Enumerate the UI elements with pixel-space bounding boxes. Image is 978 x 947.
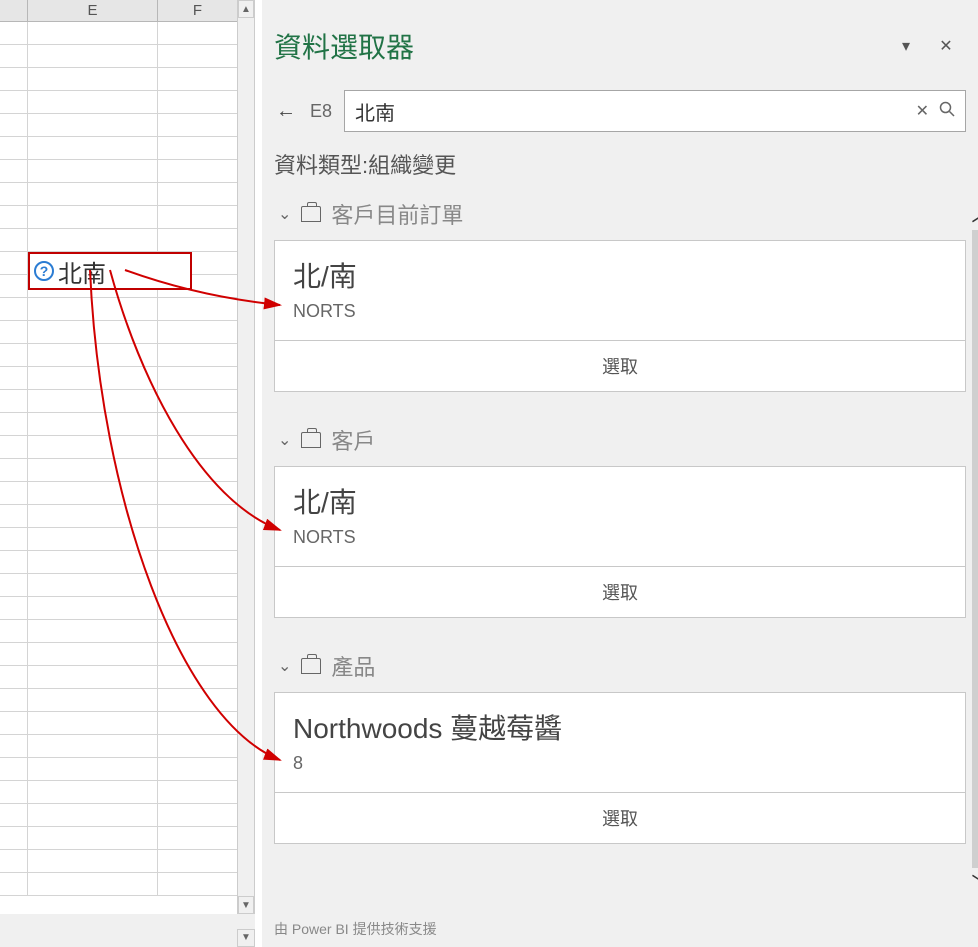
grid-row[interactable]	[0, 850, 255, 873]
panel-scroll-up-icon[interactable]: ︿	[970, 202, 978, 230]
grid-row[interactable]	[0, 505, 255, 528]
grid-row[interactable]	[0, 229, 255, 252]
grid-row[interactable]	[0, 114, 255, 137]
grid-row[interactable]	[0, 68, 255, 91]
panel-header: 資料選取器 ▾ ✕	[274, 0, 966, 80]
card-sub-2: 8	[293, 753, 947, 774]
grid-row[interactable]	[0, 390, 255, 413]
panel-scroll-down-icon[interactable]: ﹀	[970, 868, 978, 896]
grid-row[interactable]	[0, 643, 255, 666]
chevron-down-icon[interactable]: ⌄	[278, 430, 291, 450]
scroll-down-icon[interactable]: ▼	[238, 896, 254, 914]
grid-row[interactable]	[0, 367, 255, 390]
grid-row[interactable]	[0, 528, 255, 551]
select-button-2[interactable]: 選取	[275, 792, 965, 843]
group-header-2[interactable]: ⌄ 產品	[274, 642, 966, 692]
grid-row[interactable]	[0, 574, 255, 597]
grid-row[interactable]	[0, 781, 255, 804]
search-input[interactable]	[355, 100, 906, 123]
question-icon: ?	[34, 261, 54, 281]
active-cell-text: 北南	[58, 254, 106, 289]
search-row: ← E8 ✕	[274, 90, 966, 132]
group-header-0[interactable]: ⌄ 客戶目前訂單	[274, 190, 966, 240]
grid-row[interactable]	[0, 459, 255, 482]
grid-row[interactable]	[0, 758, 255, 781]
grid-row[interactable]	[0, 827, 255, 850]
search-icon[interactable]	[939, 101, 955, 122]
result-card-0: 北/南 NORTS 選取	[274, 240, 966, 392]
cell-reference: E8	[310, 101, 332, 122]
clear-search-icon[interactable]: ✕	[916, 101, 929, 121]
group-label-2: 產品	[331, 650, 375, 682]
grid-row[interactable]	[0, 873, 255, 896]
grid-row[interactable]	[0, 321, 255, 344]
card-title-0: 北/南	[293, 255, 947, 295]
card-title-1: 北/南	[293, 481, 947, 521]
col-header-blank	[0, 0, 28, 21]
grid-row[interactable]	[0, 137, 255, 160]
footer-text: 由 Power BI 提供技術支援	[274, 919, 437, 939]
result-card-1: 北/南 NORTS 選取	[274, 466, 966, 618]
grid-row[interactable]	[0, 413, 255, 436]
sheet-vertical-scrollbar[interactable]: ▲ ▼	[237, 0, 255, 914]
card-sub-0: NORTS	[293, 301, 947, 322]
col-header-e[interactable]: E	[28, 0, 158, 21]
panel-scroll-track[interactable]	[972, 230, 978, 868]
panel-title: 資料選取器	[274, 26, 886, 66]
search-box[interactable]: ✕	[344, 90, 966, 132]
data-selector-panel: 資料選取器 ▾ ✕ ← E8 ✕ 資料類型:組織變更 ⌄ 客戶目前訂單 北/南 …	[262, 0, 978, 947]
grid-row[interactable]	[0, 45, 255, 68]
column-headers: E F	[0, 0, 255, 22]
grid-row[interactable]	[0, 666, 255, 689]
card-sub-1: NORTS	[293, 527, 947, 548]
chevron-down-icon[interactable]: ⌄	[278, 204, 291, 224]
grid-rows: // will be inserted after data load belo…	[0, 22, 255, 896]
select-button-1[interactable]: 選取	[275, 566, 965, 617]
grid-row[interactable]	[0, 804, 255, 827]
active-cell[interactable]: ? 北南	[28, 252, 192, 290]
panel-options-icon[interactable]: ▾	[886, 36, 926, 56]
results-area: ⌄ 客戶目前訂單 北/南 NORTS 選取 ⌄ 客戶 北/南 NORTS 選取	[274, 190, 966, 890]
briefcase-icon	[301, 206, 321, 222]
sheet-bottom-bar: ▼	[0, 914, 255, 947]
grid-row[interactable]	[0, 344, 255, 367]
grid-row[interactable]	[0, 22, 255, 45]
data-type-label: 資料類型:組織變更	[274, 148, 966, 180]
grid-row[interactable]	[0, 712, 255, 735]
spreadsheet-area: E F // will be inserted after data load …	[0, 0, 255, 947]
grid-row[interactable]	[0, 298, 255, 321]
card-title-2: Northwoods 蔓越莓醬	[293, 707, 947, 747]
group-label-0: 客戶目前訂單	[331, 198, 463, 230]
back-arrow-icon[interactable]: ←	[274, 100, 298, 123]
close-icon[interactable]: ✕	[926, 36, 966, 56]
grid-row[interactable]	[0, 620, 255, 643]
scroll-up-icon[interactable]: ▲	[238, 0, 254, 18]
grid-row[interactable]	[0, 436, 255, 459]
col-header-f[interactable]: F	[158, 0, 238, 21]
card-body-0: 北/南 NORTS	[275, 241, 965, 340]
grid-row[interactable]	[0, 735, 255, 758]
card-body-2: Northwoods 蔓越莓醬 8	[275, 693, 965, 792]
grid-row[interactable]	[0, 689, 255, 712]
briefcase-icon	[301, 658, 321, 674]
sheet-dropdown-icon[interactable]: ▼	[237, 929, 255, 947]
grid-row[interactable]	[0, 91, 255, 114]
result-card-2: Northwoods 蔓越莓醬 8 選取	[274, 692, 966, 844]
briefcase-icon	[301, 432, 321, 448]
grid-row[interactable]	[0, 551, 255, 574]
grid-row[interactable]	[0, 206, 255, 229]
group-header-1[interactable]: ⌄ 客戶	[274, 416, 966, 466]
grid-row[interactable]	[0, 597, 255, 620]
scroll-track[interactable]	[238, 18, 254, 896]
card-body-1: 北/南 NORTS	[275, 467, 965, 566]
grid-row[interactable]	[0, 160, 255, 183]
select-button-0[interactable]: 選取	[275, 340, 965, 391]
panel-scrollbar[interactable]: ︿ ﹀	[970, 202, 978, 896]
grid-row[interactable]	[0, 482, 255, 505]
chevron-down-icon[interactable]: ⌄	[278, 656, 291, 676]
grid-row[interactable]	[0, 183, 255, 206]
group-label-1: 客戶	[331, 424, 375, 456]
